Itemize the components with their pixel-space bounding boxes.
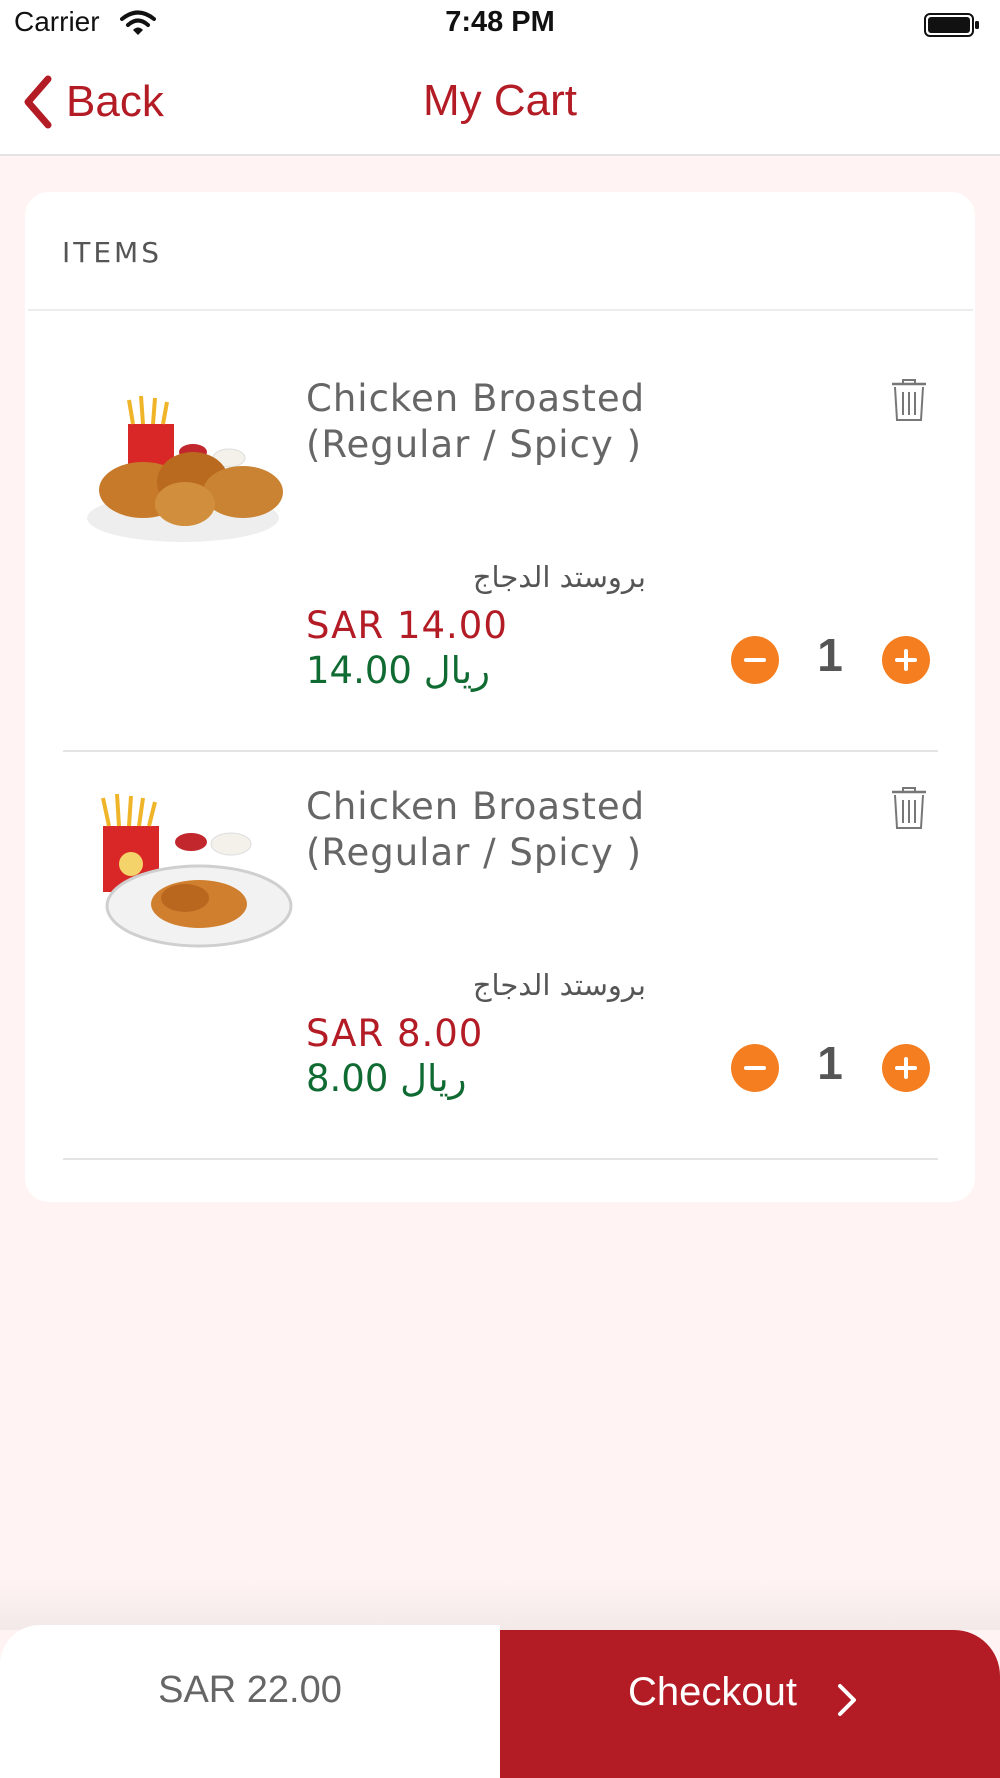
- checkout-button[interactable]: Checkout: [500, 1630, 1000, 1778]
- checkout-label: Checkout: [628, 1670, 797, 1714]
- trash-icon[interactable]: [890, 786, 928, 830]
- battery-icon: [924, 13, 979, 37]
- decrease-quantity-button[interactable]: [731, 636, 779, 684]
- cart-item: Chicken Broasted (Regular / Spicy ) بروس…: [25, 752, 975, 1160]
- item-price-arabic: 14.00 ريال: [306, 649, 491, 692]
- item-name: Chicken Broasted (Regular / Spicy ): [306, 377, 646, 466]
- item-price: SAR 14.00: [306, 604, 508, 647]
- page-title: My Cart: [423, 76, 577, 125]
- status-bar: Carrier 7:48 PM: [0, 0, 1000, 52]
- increase-quantity-button[interactable]: [882, 636, 930, 684]
- navigation-bar: Back My Cart: [0, 52, 1000, 156]
- quantity-value: 1: [817, 1037, 843, 1089]
- cart-card: ITEMS Chicken Broasted (Regular / Spicy …: [25, 192, 975, 1202]
- trash-icon[interactable]: [890, 378, 928, 422]
- item-price: SAR 8.00: [306, 1012, 484, 1055]
- cart-item: Chicken Broasted (Regular / Spicy ) بروس…: [25, 344, 975, 752]
- food-image: [101, 793, 293, 948]
- item-name-arabic: بروستد الدجاج: [472, 560, 646, 594]
- header-divider: [28, 309, 973, 311]
- item-name-arabic: بروستد الدجاج: [472, 968, 646, 1002]
- quantity-value: 1: [817, 629, 843, 681]
- cart-total-value: SAR 22.00: [158, 1669, 342, 1711]
- checkout-bar: SAR 22.00 Checkout: [0, 1625, 1000, 1778]
- item-price-arabic: 8.00 ريال: [306, 1057, 467, 1100]
- bottom-shadow: [0, 1580, 1000, 1630]
- food-image: [87, 395, 283, 542]
- chevron-right-icon: [838, 1684, 856, 1716]
- cart-total: SAR 22.00: [0, 1625, 500, 1778]
- increase-quantity-button[interactable]: [882, 1044, 930, 1092]
- item-name: Chicken Broasted (Regular / Spicy ): [306, 785, 646, 874]
- item-divider: [63, 1158, 938, 1160]
- clock: 7:48 PM: [445, 6, 555, 38]
- decrease-quantity-button[interactable]: [731, 1044, 779, 1092]
- items-section-header: ITEMS: [62, 236, 162, 269]
